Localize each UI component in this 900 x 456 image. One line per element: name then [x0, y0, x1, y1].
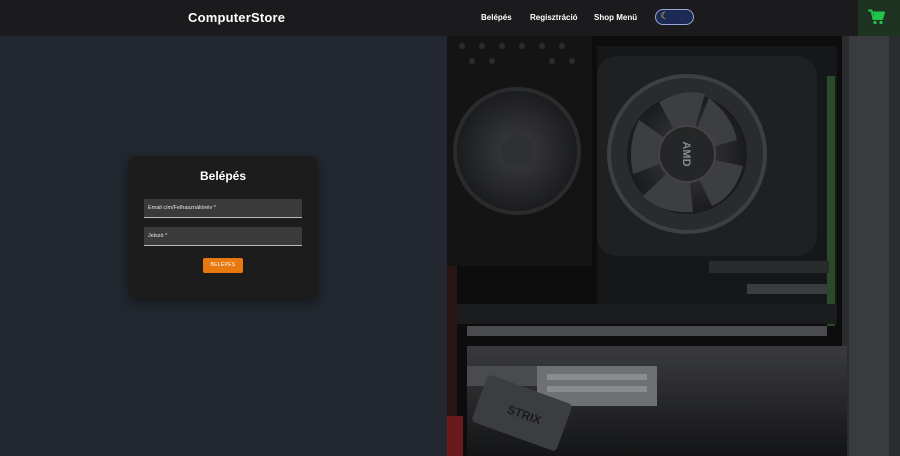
password-field[interactable]: Jelszó *: [144, 227, 302, 246]
pc-internals-image: AMD STRIX: [447, 36, 900, 456]
nav-link-register[interactable]: Regisztráció: [530, 13, 578, 22]
email-placeholder: Email cím/Felhasználónév *: [148, 205, 216, 211]
shopping-cart-icon: [868, 9, 885, 25]
login-title: Belépés: [199, 169, 247, 183]
nav-link-shop-menu[interactable]: Shop Menü: [594, 13, 637, 22]
login-submit-button[interactable]: BELÉPÉS: [203, 258, 243, 273]
login-section: Belépés Email cím/Felhasználónév * Jelsz…: [0, 36, 447, 456]
cart-button[interactable]: [858, 0, 900, 36]
password-placeholder: Jelszó *: [148, 233, 168, 239]
email-field[interactable]: Email cím/Felhasználónév *: [144, 199, 302, 218]
nav-link-login[interactable]: Belépés: [481, 13, 512, 22]
brand-logo-text[interactable]: ComputerStore: [188, 10, 285, 25]
top-navbar: ComputerStore Belépés Regisztráció Shop …: [0, 0, 900, 36]
graphics-card: STRIX: [467, 346, 847, 456]
cpu-cooler: AMD: [597, 56, 817, 256]
cooler-brand-text: AMD: [680, 141, 692, 166]
login-card: Belépés Email cím/Felhasználónév * Jelsz…: [128, 156, 318, 299]
theme-toggle[interactable]: ☾: [655, 9, 694, 25]
moon-icon: ☾: [659, 11, 671, 23]
hero-photo: AMD STRIX: [447, 36, 900, 456]
case-fan: [447, 36, 592, 266]
